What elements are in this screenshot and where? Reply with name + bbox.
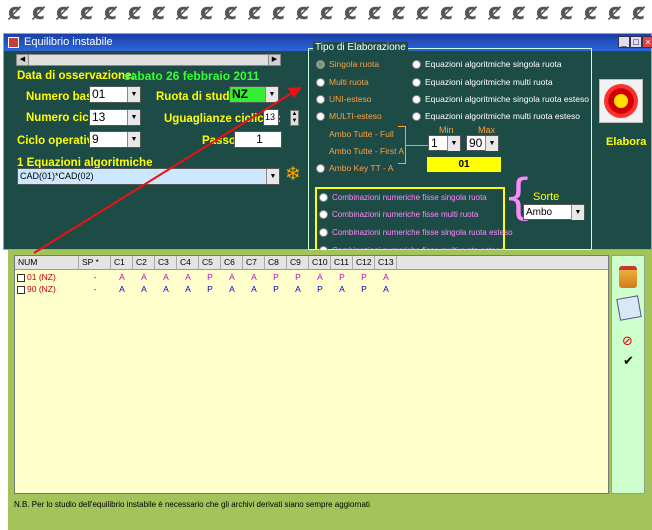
screen: ȼȼȼȼȼȼȼȼȼȼȼȼȼȼȼȼȼȼȼȼȼȼȼȼȼȼȼ Equilibrio i… bbox=[0, 0, 652, 530]
annotation-arrow bbox=[33, 87, 302, 254]
arrow-line bbox=[33, 87, 301, 254]
arrow-head bbox=[288, 87, 302, 98]
